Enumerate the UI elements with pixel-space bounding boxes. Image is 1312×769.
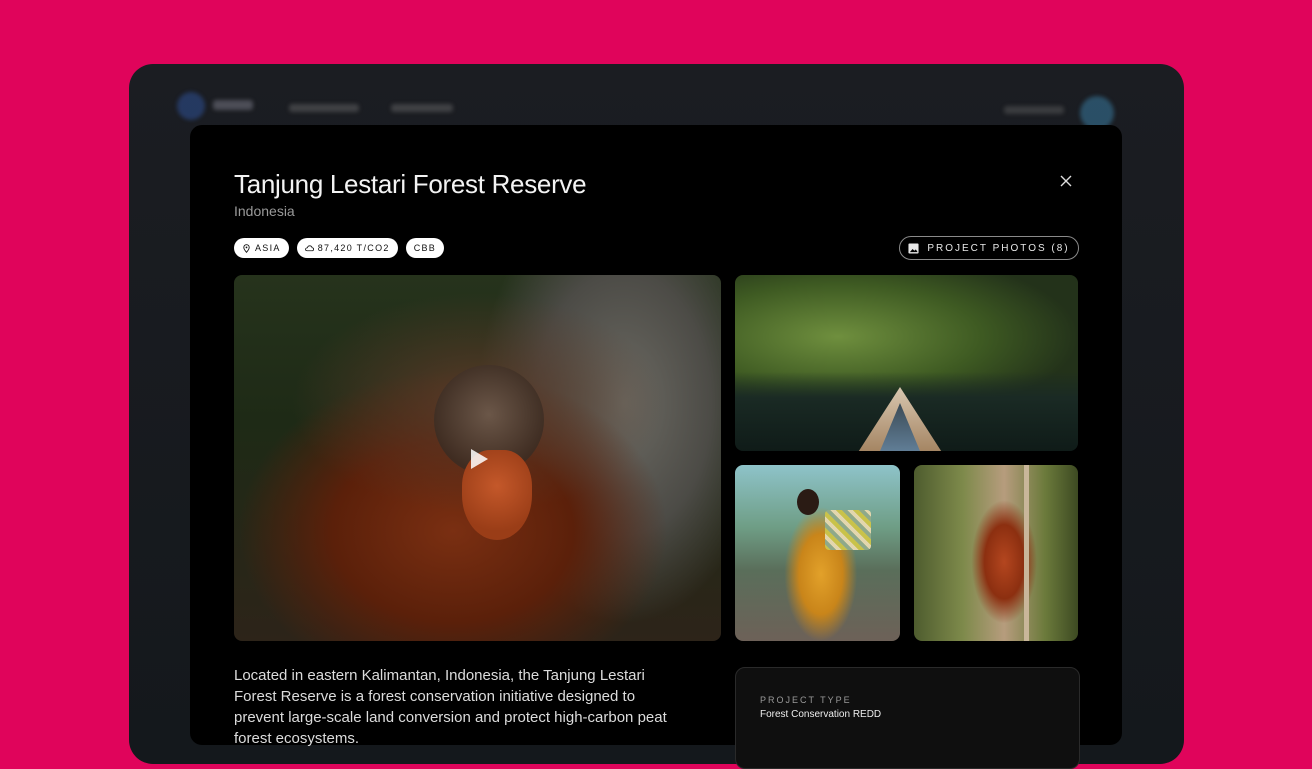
photo-river-boat[interactable] <box>735 275 1078 451</box>
tag-list: ASIA 87,420 T/CO2 CBB <box>234 238 445 258</box>
tag-label: 87,420 T/CO2 <box>317 243 390 253</box>
tag-region[interactable]: ASIA <box>234 238 289 258</box>
project-description: Located in eastern Kalimantan, Indonesia… <box>234 667 667 747</box>
tag-label: ASIA <box>255 243 281 253</box>
project-type-label: PROJECT TYPE <box>760 695 852 705</box>
app-nav-link <box>289 104 359 112</box>
tag-label: CBB <box>413 243 437 253</box>
image-icon <box>908 242 919 254</box>
close-icon <box>1060 175 1072 187</box>
project-title: Tanjung Lestari Forest Reserve <box>234 169 587 199</box>
project-country: Indonesia <box>234 203 295 219</box>
project-type-value: Forest Conservation REDD <box>760 709 882 720</box>
tag-carbon[interactable]: 87,420 T/CO2 <box>296 238 398 258</box>
photo-orangutan-climbing[interactable] <box>914 465 1078 641</box>
pole-shape <box>1024 465 1029 641</box>
basket-shape <box>825 510 871 550</box>
main-photo-video[interactable] <box>234 275 721 641</box>
project-photos-button[interactable]: PROJECT PHOTOS (8) <box>899 236 1079 260</box>
project-info-card: PROJECT TYPE Forest Conservation REDD <box>735 667 1080 769</box>
project-modal: Tanjung Lestari Forest Reserve Indonesia… <box>190 125 1122 769</box>
project-photos-label: PROJECT PHOTOS (8) <box>927 242 1070 254</box>
tag-standard[interactable]: CBB <box>405 238 445 258</box>
app-logo-text <box>213 100 253 110</box>
photo-woman-basket[interactable] <box>735 465 900 641</box>
woman-head-shape <box>797 489 819 515</box>
app-nav-link <box>391 104 453 112</box>
play-icon[interactable] <box>468 447 490 471</box>
cloud-icon <box>304 244 314 251</box>
app-logo <box>177 92 205 120</box>
app-user-name <box>1004 106 1064 114</box>
location-pin-icon <box>243 243 250 253</box>
close-button[interactable] <box>1056 171 1076 191</box>
